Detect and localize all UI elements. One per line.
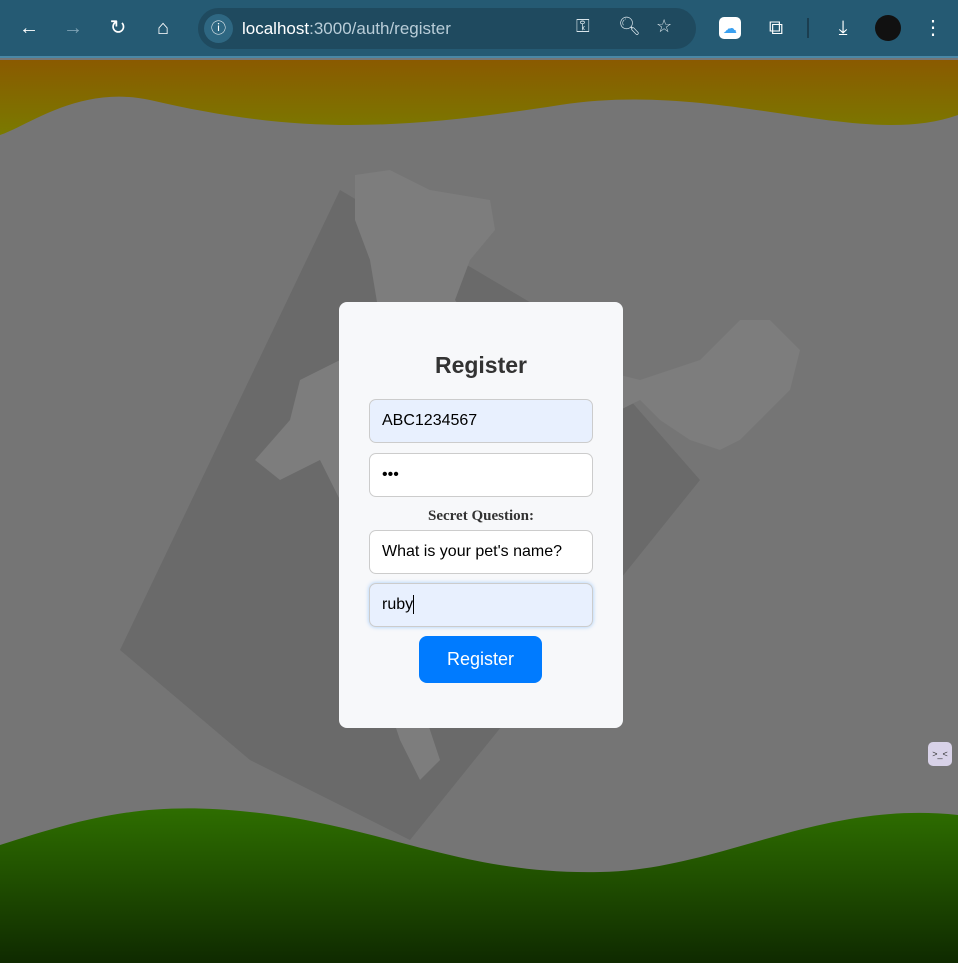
back-icon[interactable]: ← [16,15,42,41]
secret-answer-input[interactable]: ruby [369,583,593,627]
browser-toolbar: ← → ↻ ⌂ ⓘ localhost:3000/auth/register ⚿… [0,0,958,58]
extensions-icon[interactable]: ⧉ [763,15,789,41]
cloud-extension-icon[interactable]: ☁ [719,17,741,39]
register-card: Register ABC1234567 ••• Secret Question:… [339,302,623,728]
username-input[interactable]: ABC1234567 [369,399,593,443]
url-text[interactable]: localhost:3000/auth/register [242,19,451,39]
password-input[interactable]: ••• [369,453,593,497]
download-icon[interactable]: ⤓ [830,15,856,41]
password-key-icon[interactable]: ⚿ [576,16,590,37]
home-icon[interactable]: ⌂ [150,15,176,41]
secret-answer-value: ruby [382,596,414,613]
top-wave [0,60,958,135]
address-bar[interactable]: ⓘ localhost:3000/auth/register ⚿ 🔍︎ ☆ [198,8,696,49]
bookmark-star-icon[interactable]: ☆ [656,16,672,37]
reload-icon[interactable]: ↻ [105,15,131,41]
forward-icon[interactable]: → [60,15,86,41]
toolbar-divider [807,18,809,38]
bottom-wave [0,808,958,963]
site-info-icon[interactable]: ⓘ [204,14,233,43]
register-button[interactable]: Register [419,636,542,683]
secret-question-input[interactable]: What is your pet's name? [369,530,593,574]
side-extension-icon[interactable]: >_< [928,742,952,766]
text-caret [413,595,415,615]
profile-avatar[interactable] [875,15,901,41]
secret-question-label: Secret Question: [428,508,534,524]
zoom-icon[interactable]: 🔍︎ [618,16,641,37]
menu-icon[interactable]: ⋮ [920,15,946,41]
page-title: Register [434,352,528,378]
